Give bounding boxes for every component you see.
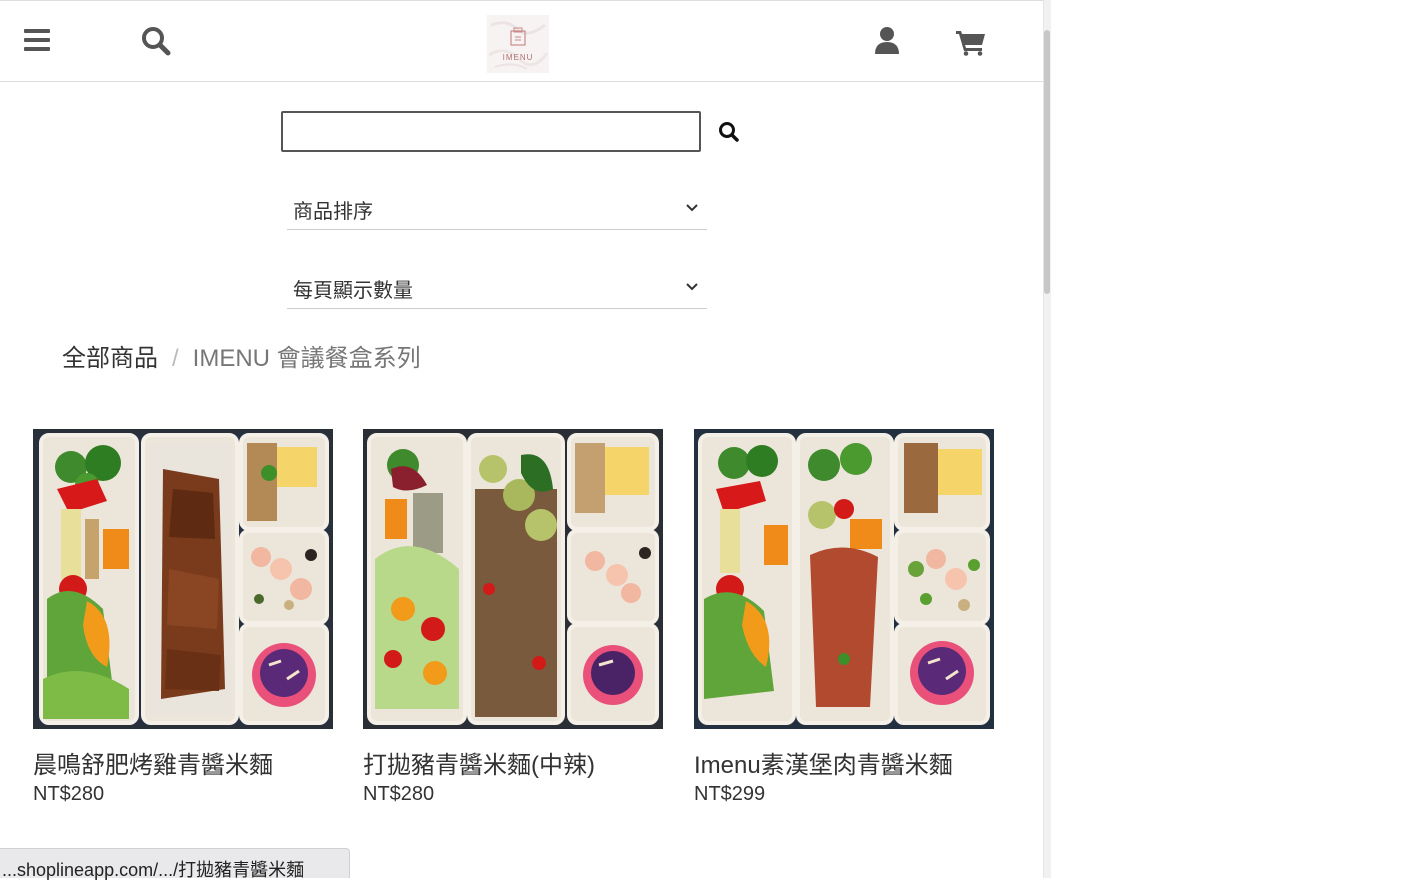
product-card[interactable]: Imenu素漢堡肉青醬米麵 NT$299 [694, 429, 994, 805]
logo-image: IMENU [487, 15, 549, 73]
breadcrumb-all-products-link[interactable]: 全部商品 [62, 345, 158, 372]
product-price: NT$280 [363, 783, 435, 805]
product-title[interactable]: 打拋豬青醬米麵(中辣) [363, 745, 595, 780]
search-field[interactable] [281, 111, 701, 152]
product-card[interactable]: 打拋豬青醬米麵(中辣) NT$280 [363, 429, 663, 805]
page: IMENU 商品排序 每頁顯示數量 全部商品 / IMENU 會議餐盒系列 晨鳴… [0, 0, 1043, 878]
header-search-button[interactable] [141, 26, 171, 56]
site-header: IMENU [0, 4, 1043, 82]
cart-icon [956, 31, 985, 56]
scrollbar-thumb[interactable] [1044, 30, 1050, 294]
cart-button[interactable] [956, 28, 986, 56]
svg-text:IMENU: IMENU [503, 53, 534, 62]
search-input[interactable] [283, 113, 699, 150]
per-page-select-label: 每頁顯示數量 [293, 280, 413, 302]
product-card[interactable]: 晨鳴舒肥烤雞青醬米麵 NT$280 [33, 429, 333, 805]
user-icon [875, 27, 899, 54]
product-price: NT$280 [33, 783, 105, 805]
search-icon [719, 122, 739, 142]
search-submit-button[interactable] [717, 120, 741, 144]
browser-status-bar: ...shoplineapp.com/.../打拋豬青醬米麵 [0, 848, 350, 880]
product-image[interactable] [363, 429, 663, 729]
breadcrumb-current: IMENU 會議餐盒系列 [192, 345, 421, 372]
site-logo[interactable]: IMENU [487, 15, 549, 73]
status-url: ...shoplineapp.com/.../打拋豬青醬米麵 [2, 860, 305, 880]
hamburger-icon [24, 29, 50, 51]
breadcrumb-separator: / [172, 345, 179, 372]
per-page-select[interactable]: 每頁顯示數量 [287, 268, 707, 309]
product-image[interactable] [694, 429, 994, 729]
breadcrumb: 全部商品 / IMENU 會議餐盒系列 [62, 338, 421, 373]
sort-select[interactable]: 商品排序 [287, 189, 707, 230]
sort-select-label: 商品排序 [293, 201, 373, 223]
product-title[interactable]: 晨鳴舒肥烤雞青醬米麵 [33, 745, 273, 780]
product-price: NT$299 [694, 783, 766, 805]
account-button[interactable] [875, 26, 899, 56]
product-image[interactable] [33, 429, 333, 729]
chevron-down-icon [686, 204, 698, 212]
chevron-down-icon [686, 283, 698, 291]
product-title[interactable]: Imenu素漢堡肉青醬米麵 [694, 745, 953, 780]
hamburger-menu-button[interactable] [24, 27, 52, 53]
search-icon [142, 27, 171, 56]
